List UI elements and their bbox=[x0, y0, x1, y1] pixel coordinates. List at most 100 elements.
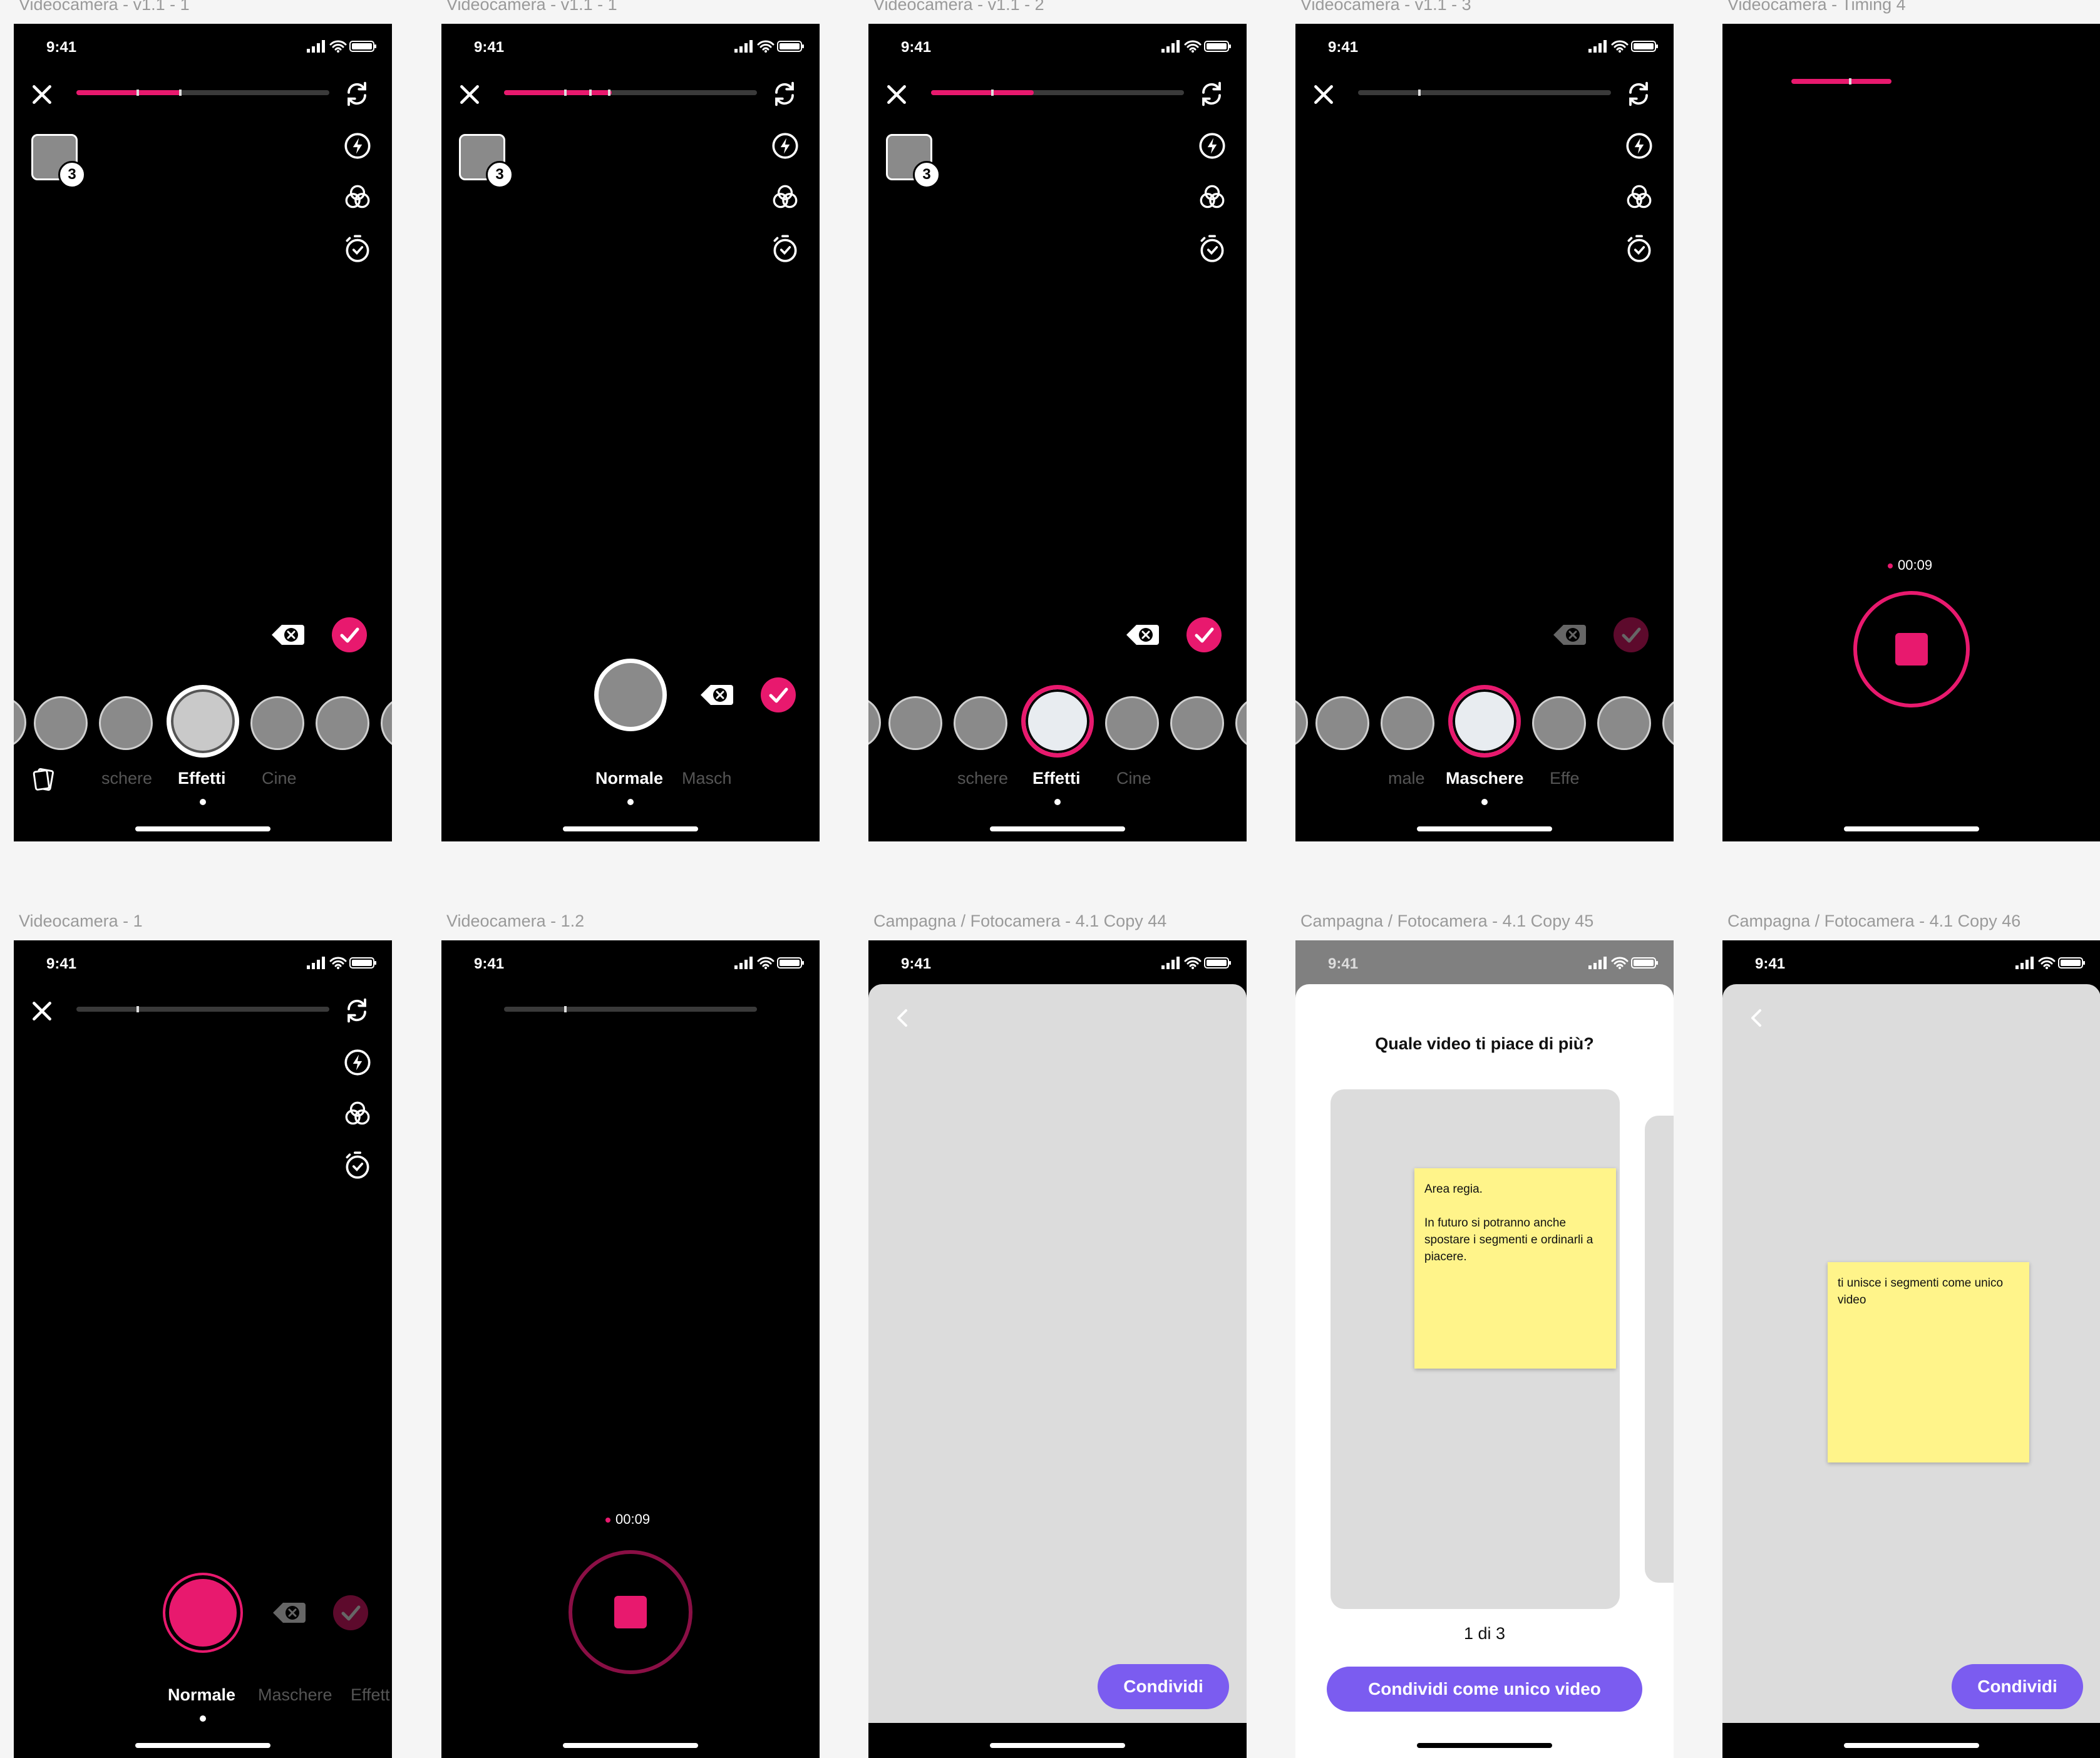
shutter-button[interactable] bbox=[167, 685, 239, 758]
battery-icon bbox=[1204, 957, 1232, 969]
delete-icon[interactable] bbox=[1125, 622, 1160, 647]
delete-icon[interactable] bbox=[699, 682, 734, 707]
effects-carousel[interactable] bbox=[868, 684, 1247, 758]
back-chevron-icon[interactable] bbox=[893, 1005, 912, 1031]
confirm-check-icon[interactable] bbox=[1614, 617, 1649, 652]
delete-icon[interactable] bbox=[270, 622, 306, 647]
effect-thumb[interactable] bbox=[316, 696, 369, 750]
mode-tab[interactable]: Cine bbox=[1116, 769, 1151, 788]
delete-icon[interactable] bbox=[272, 1600, 307, 1625]
effect-thumb[interactable] bbox=[34, 696, 88, 750]
mode-tab-active[interactable]: Maschere bbox=[1446, 769, 1524, 788]
flip-camera-icon[interactable] bbox=[341, 994, 373, 1027]
mode-tab-active[interactable]: Effetti bbox=[178, 769, 226, 788]
close-icon[interactable] bbox=[455, 80, 484, 109]
confirm-check-icon[interactable] bbox=[332, 617, 367, 652]
mode-tab[interactable]: Masch bbox=[682, 769, 732, 788]
timer-icon[interactable] bbox=[1624, 233, 1655, 264]
mode-tab[interactable]: Effett bbox=[351, 1685, 390, 1705]
close-icon[interactable] bbox=[882, 80, 911, 109]
filters-icon[interactable] bbox=[342, 182, 373, 213]
effects-carousel[interactable] bbox=[14, 684, 392, 758]
recording-timeline bbox=[504, 1006, 757, 1012]
effect-thumb[interactable] bbox=[1170, 696, 1224, 750]
wifi-icon bbox=[329, 957, 347, 969]
wifi-icon bbox=[757, 957, 775, 969]
mask-thumb[interactable] bbox=[1662, 696, 1674, 750]
close-icon[interactable] bbox=[1309, 80, 1338, 109]
clips-thumbnail[interactable]: 3 bbox=[31, 134, 86, 188]
mask-thumb[interactable] bbox=[1315, 696, 1369, 750]
mode-tab-active[interactable]: Effetti bbox=[1032, 769, 1081, 788]
filters-icon[interactable] bbox=[769, 182, 801, 213]
mode-tab[interactable]: schere bbox=[101, 769, 152, 788]
effect-thumb[interactable] bbox=[1105, 696, 1159, 750]
flip-camera-icon[interactable] bbox=[768, 78, 801, 110]
effect-thumb[interactable] bbox=[14, 696, 26, 749]
mode-tab[interactable]: Maschere bbox=[258, 1685, 332, 1705]
flash-icon[interactable] bbox=[342, 130, 373, 162]
shutter-button[interactable] bbox=[1448, 685, 1521, 758]
effect-thumb[interactable] bbox=[888, 696, 942, 750]
shutter-button[interactable] bbox=[594, 659, 667, 731]
mode-tab-active[interactable]: Normale bbox=[168, 1685, 235, 1705]
flash-icon[interactable] bbox=[1197, 130, 1228, 162]
mask-thumb[interactable] bbox=[1597, 696, 1651, 750]
share-button[interactable]: Condividi bbox=[1098, 1664, 1229, 1709]
mode-tab[interactable]: male bbox=[1388, 769, 1425, 788]
effect-thumb[interactable] bbox=[381, 696, 392, 750]
clips-thumbnail[interactable]: 3 bbox=[886, 134, 940, 188]
filters-icon[interactable] bbox=[1624, 182, 1655, 213]
back-chevron-icon[interactable] bbox=[1747, 1005, 1766, 1031]
video-card-next[interactable] bbox=[1645, 1116, 1674, 1583]
close-icon[interactable] bbox=[28, 997, 56, 1026]
mask-thumb[interactable] bbox=[1295, 696, 1308, 749]
filters-icon[interactable] bbox=[342, 1098, 373, 1129]
frame-label: Campagna / Fotocamera - 4.1 Copy 46 bbox=[1727, 912, 2021, 930]
confirm-check-icon[interactable] bbox=[1186, 617, 1222, 652]
effect-thumb[interactable] bbox=[868, 696, 881, 749]
masks-carousel[interactable] bbox=[1295, 684, 1674, 758]
recording-timeline bbox=[931, 90, 1184, 96]
filters-icon[interactable] bbox=[1197, 182, 1228, 213]
mode-selector: male Maschere Effe bbox=[1295, 769, 1674, 794]
stop-recording-button[interactable] bbox=[569, 1550, 692, 1674]
confirm-check-icon[interactable] bbox=[761, 677, 796, 712]
mask-thumb[interactable] bbox=[1381, 696, 1434, 750]
mode-tab[interactable]: Effe bbox=[1550, 769, 1580, 788]
clips-thumbnail[interactable]: 3 bbox=[459, 134, 513, 188]
effect-thumb[interactable] bbox=[1235, 696, 1247, 750]
effect-thumb[interactable] bbox=[954, 696, 1007, 750]
record-button[interactable] bbox=[163, 1573, 243, 1653]
timer-icon[interactable] bbox=[1197, 233, 1228, 264]
mode-tab[interactable]: schere bbox=[957, 769, 1008, 788]
flash-icon[interactable] bbox=[769, 130, 801, 162]
active-mode-dot bbox=[1481, 799, 1488, 805]
close-icon[interactable] bbox=[28, 80, 56, 109]
flash-icon[interactable] bbox=[342, 1047, 373, 1078]
effect-thumb[interactable] bbox=[250, 696, 304, 750]
timer-icon[interactable] bbox=[342, 233, 373, 264]
mode-tab-active[interactable]: Normale bbox=[595, 769, 663, 788]
mode-tab[interactable]: Cine bbox=[262, 769, 297, 788]
delete-icon[interactable] bbox=[1552, 622, 1587, 647]
timer-icon[interactable] bbox=[342, 1149, 373, 1181]
effect-thumb[interactable] bbox=[99, 696, 153, 750]
flip-camera-icon[interactable] bbox=[341, 78, 373, 110]
status-time: 9:41 bbox=[1328, 955, 1359, 972]
shutter-button[interactable] bbox=[1021, 685, 1094, 758]
frame-label: Videocamera - v1.1 - 1 bbox=[446, 0, 617, 14]
signal-icon bbox=[1161, 40, 1180, 53]
timer-icon[interactable] bbox=[769, 233, 801, 264]
flash-icon[interactable] bbox=[1624, 130, 1655, 162]
stop-recording-button[interactable] bbox=[1853, 591, 1970, 707]
mask-thumb[interactable] bbox=[1532, 696, 1586, 750]
share-single-video-button[interactable]: Condividi come unico video bbox=[1327, 1667, 1642, 1712]
share-button[interactable]: Condividi bbox=[1952, 1664, 2083, 1709]
flip-camera-icon[interactable] bbox=[1195, 78, 1228, 110]
battery-icon bbox=[1631, 40, 1659, 53]
camera-screen: 9:41 3 schere Effetti Cine bbox=[14, 24, 392, 841]
flip-camera-icon[interactable] bbox=[1622, 78, 1655, 110]
confirm-check-icon[interactable] bbox=[333, 1595, 368, 1630]
wifi-icon bbox=[1184, 957, 1202, 969]
